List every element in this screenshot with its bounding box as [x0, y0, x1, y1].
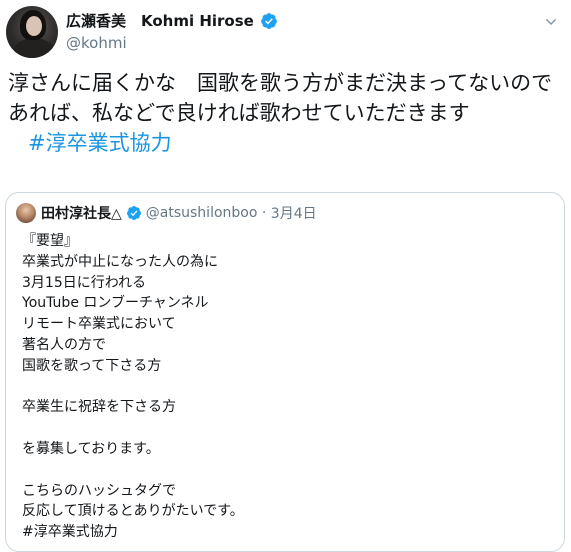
- quoted-tweet-line: [22, 377, 542, 398]
- quoted-tweet-line: 卒業式が中止になった人の為に: [22, 253, 218, 270]
- quoted-tweet-line: を募集しております。: [22, 440, 160, 457]
- quoted-tweet-line: こちらのハッシュタグで: [22, 482, 176, 499]
- quoted-tweet-line: 3月15日に行われる: [22, 274, 147, 291]
- tweet-text: 淳さんに届くかな 国歌を歌う方がまだ決まってないのであれば、私などで良ければ歌わ…: [8, 68, 564, 158]
- quoted-tweet-line: リモート卒業式において: [22, 316, 176, 333]
- quoted-tweet-line: #淳卒業式協力: [22, 524, 118, 541]
- quoted-author-handle: @atsushilonboo: [145, 205, 258, 221]
- author-handle[interactable]: @kohmi: [66, 34, 127, 52]
- quoted-tweet-body: 『要望』卒業式が中止になった人の為に 3月15日に行われる YouTube ロンブー…: [22, 231, 542, 543]
- quoted-tweet-line: 『要望』: [22, 233, 78, 249]
- dot-separator: ·: [257, 205, 271, 221]
- quoted-tweet-line: 卒業生に祝辞を下さる方: [22, 399, 176, 416]
- quoted-tweet-line: [22, 418, 542, 439]
- verified-badge-icon: [260, 12, 277, 29]
- quoted-tweet-line: [22, 460, 542, 481]
- author-avatar[interactable]: [6, 6, 58, 58]
- quoted-tweet-card[interactable]: 田村淳社長△ @atsushilonboo · 3月4日 『要望』卒業式が中止に…: [5, 192, 565, 552]
- tweet-body-text: 淳さんに届くかな 国歌を歌う方がまだ決まってないのであれば、私などで良ければ歌わ…: [8, 71, 553, 125]
- hashtag-link[interactable]: #淳卒業式協力: [28, 131, 172, 155]
- author-name-row: 広瀬香美 Kohmi Hirose: [66, 10, 278, 31]
- quoted-tweet-date: 3月4日: [270, 206, 317, 222]
- quoted-tweet-line: 著名人の方で: [22, 336, 106, 353]
- quoted-tweet-line: YouTube ロンブーチャンネル: [22, 295, 209, 312]
- quoted-tweet-header: 田村淳社長△ @atsushilonboo · 3月4日: [16, 203, 317, 223]
- quoted-tweet-line: 国歌を歌って下さる方: [22, 357, 162, 374]
- chevron-down-icon[interactable]: [543, 14, 559, 30]
- quoted-author-avatar: [16, 203, 36, 223]
- author-display-name[interactable]: 広瀬香美 Kohmi Hirose: [66, 10, 254, 31]
- quoted-tweet-line: 反応して頂けるとありがたいです。: [22, 503, 244, 520]
- verified-badge-icon: [126, 206, 141, 220]
- quoted-author-name: 田村淳社長△: [41, 206, 122, 222]
